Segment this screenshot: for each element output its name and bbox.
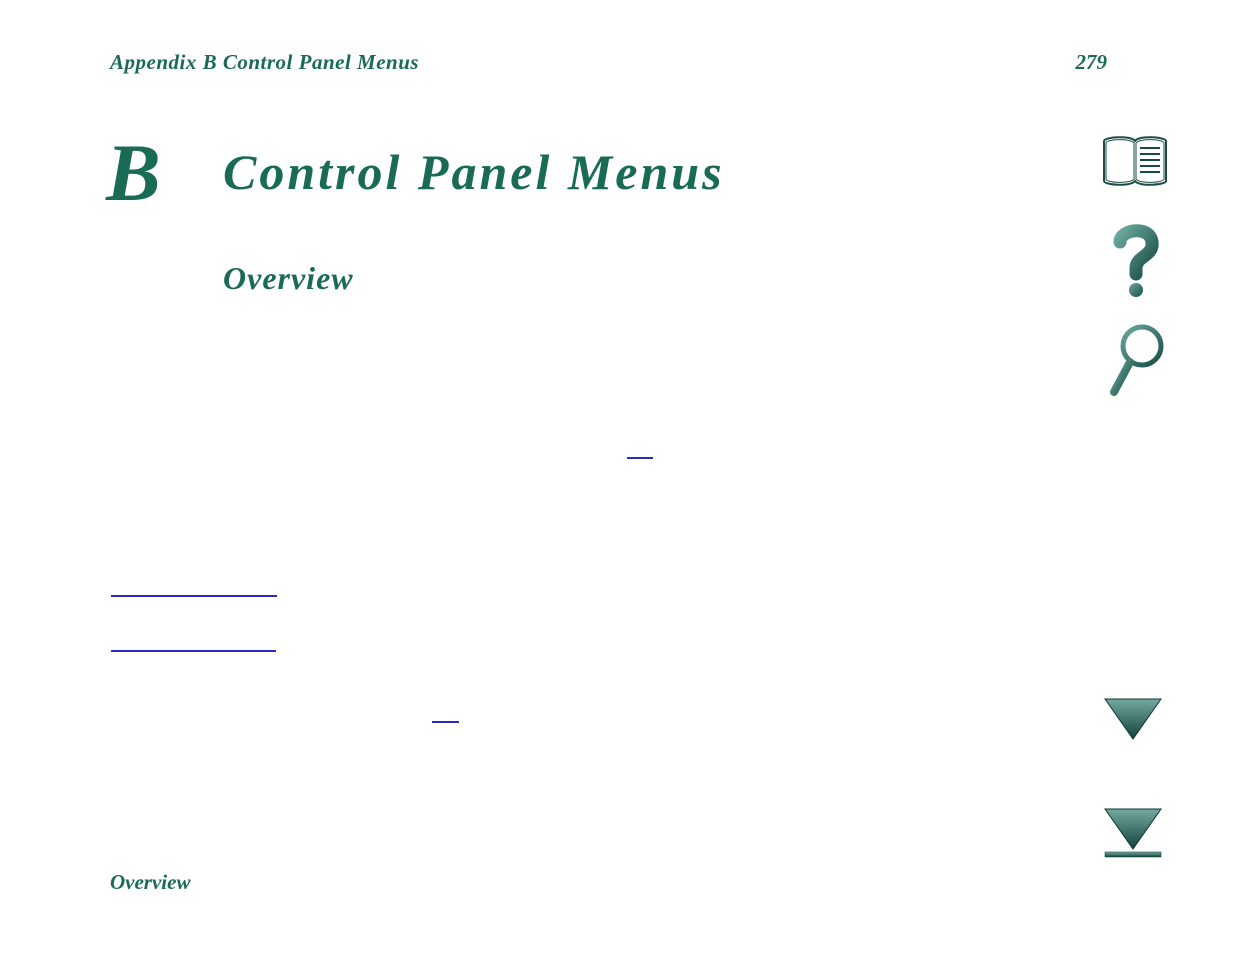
link-underline[interactable]	[432, 721, 459, 723]
next-page-button[interactable]	[1101, 695, 1165, 747]
link-underline[interactable]	[111, 650, 276, 652]
search-button[interactable]	[1099, 325, 1171, 397]
document-page: Appendix B Control Panel Menus 279 B Con…	[0, 0, 1235, 954]
section-heading: Overview	[223, 260, 354, 297]
help-button[interactable]	[1099, 225, 1171, 297]
go-to-end-icon	[1101, 805, 1165, 859]
table-of-contents-button[interactable]	[1099, 125, 1171, 197]
appendix-letter: B	[106, 132, 161, 214]
page-nav-buttons	[1093, 695, 1173, 857]
page-header: Appendix B Control Panel Menus 279	[110, 50, 1107, 75]
link-underline[interactable]	[111, 595, 277, 597]
page-title: Control Panel Menus	[223, 143, 725, 201]
header-appendix-title: Appendix B Control Panel Menus	[110, 50, 419, 75]
last-page-button[interactable]	[1101, 805, 1165, 857]
sidebar-toolbar	[1095, 125, 1175, 425]
footer-section: Overview	[110, 870, 190, 895]
header-page-number: 279	[1076, 50, 1108, 75]
search-icon	[1104, 322, 1166, 400]
chevron-down-icon	[1101, 695, 1165, 743]
book-icon	[1099, 133, 1171, 189]
question-icon	[1106, 222, 1164, 300]
link-underline[interactable]	[627, 457, 653, 459]
